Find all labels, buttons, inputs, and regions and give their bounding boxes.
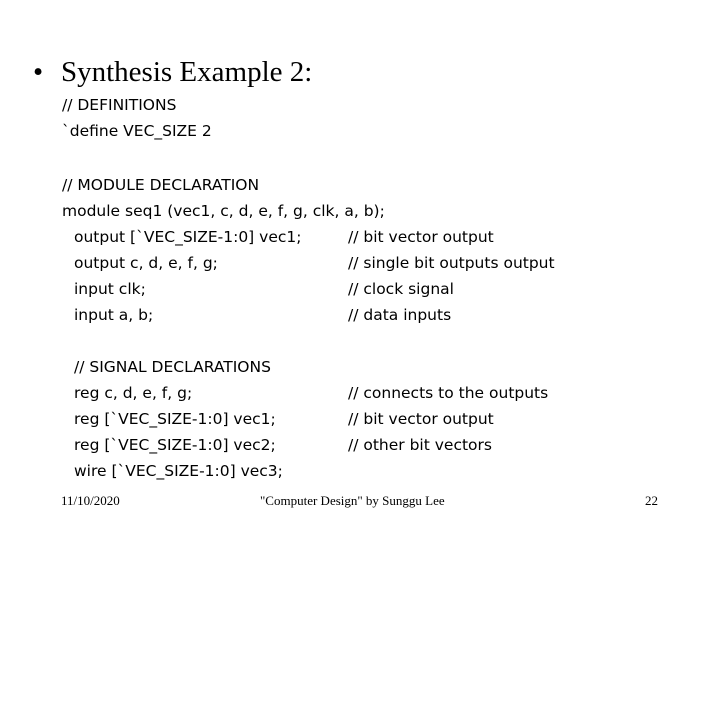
signal-line-comment: // bit vector output [348, 410, 494, 428]
footer-date: 11/10/2020 [61, 493, 120, 508]
slide-title: • Synthesis Example 2: [31, 52, 312, 92]
definitions-comment: // DEFINITIONS [62, 96, 177, 114]
define-line: `define VEC_SIZE 2 [62, 122, 212, 140]
module-comment: // MODULE DECLARATION [62, 176, 260, 194]
signal-line-comment: // other bit vectors [348, 436, 492, 454]
signal-comment: // SIGNAL DECLARATIONS [74, 358, 271, 376]
port-comment: // clock signal [348, 280, 454, 298]
port-comment: // data inputs [348, 306, 452, 324]
port-comment: // single bit outputs output [348, 254, 555, 272]
signal-line-comment: // connects to the outputs [348, 384, 549, 402]
footer-page-number: 22 [645, 493, 658, 508]
port-comment: // bit vector output [348, 228, 494, 246]
signal-line: reg [`VEC_SIZE-1:0] vec1; [74, 410, 276, 428]
port-line: input clk; [74, 280, 146, 298]
signal-line: reg [`VEC_SIZE-1:0] vec2; [74, 436, 276, 454]
title-text: Synthesis Example 2: [61, 56, 313, 88]
bullet-icon: • [33, 56, 44, 88]
footer-course: "Computer Design" by Sunggu Lee [260, 493, 445, 508]
port-line: output [`VEC_SIZE-1:0] vec1; [74, 228, 302, 246]
module-line: module seq1 (vec1, c, d, e, f, g, clk, a… [62, 202, 385, 220]
port-line: output c, d, e, f, g; [74, 254, 218, 272]
signal-line: wire [`VEC_SIZE-1:0] vec3; [74, 462, 283, 480]
code-block: // DEFINITIONS `define VEC_SIZE 2 // MOD… [62, 92, 702, 482]
port-line: input a, b; [74, 306, 154, 324]
signal-line: reg c, d, e, f, g; [74, 384, 193, 402]
